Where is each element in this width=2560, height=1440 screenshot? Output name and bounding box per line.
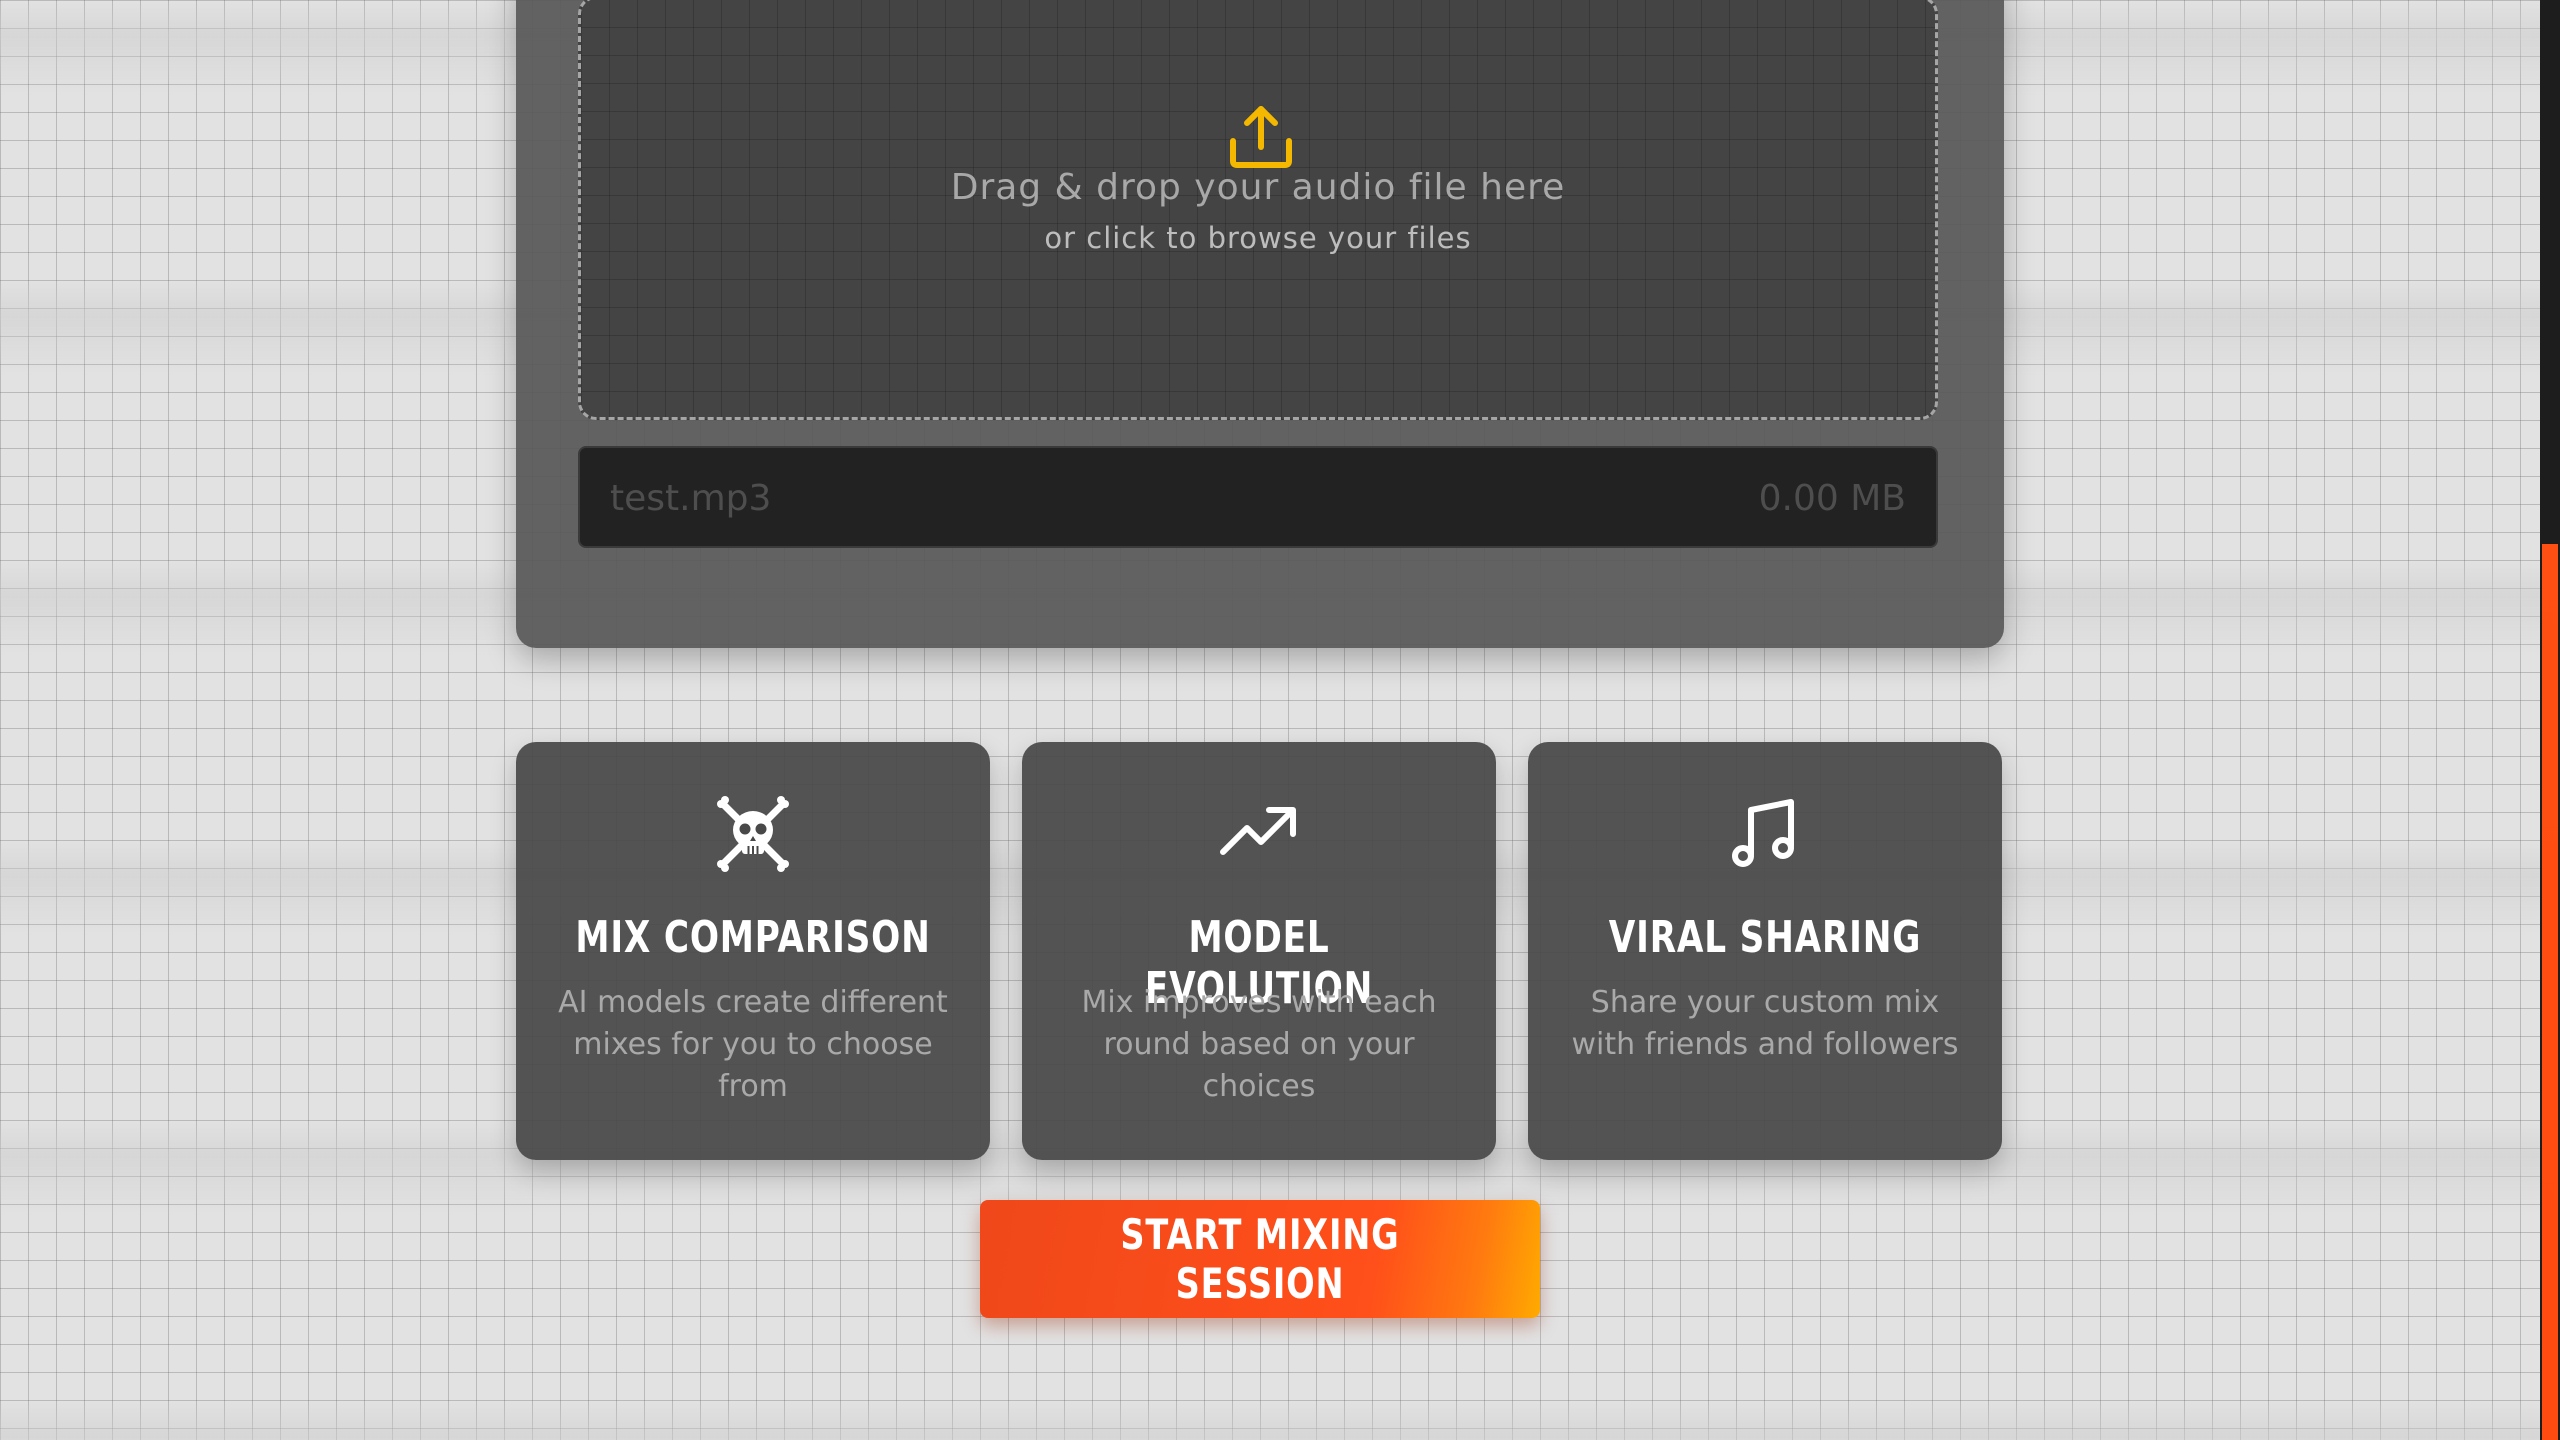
page-scrollbar[interactable] bbox=[2540, 0, 2560, 1440]
start-mixing-session-label: START MIXING SESSION bbox=[1120, 1210, 1400, 1308]
feature-description: Mix improves with each round based on yo… bbox=[1081, 985, 1437, 1104]
feature-title: VIRAL SHARING bbox=[1608, 912, 1922, 963]
feature-title: MIX COMPARISON bbox=[575, 912, 931, 963]
start-mixing-session-button[interactable]: START MIXING SESSION bbox=[980, 1200, 1540, 1318]
feature-card-viral-sharing: VIRAL SHARING Share your custom mix with… bbox=[1528, 742, 2002, 1160]
upload-panel: Drag & drop your audio file here or clic… bbox=[516, 0, 2004, 648]
music-notes-icon bbox=[1732, 799, 1794, 867]
skull-crossbones-icon bbox=[717, 796, 789, 872]
file-name: test.mp3 bbox=[610, 478, 772, 519]
audio-dropzone[interactable]: Drag & drop your audio file here or clic… bbox=[578, 0, 1938, 420]
feature-card-mix-comparison: MIX COMPARISON AI models create differen… bbox=[516, 742, 990, 1160]
scrollbar-thumb[interactable] bbox=[2542, 544, 2558, 1440]
dropzone-subtitle: or click to browse your files bbox=[1044, 221, 1472, 255]
trending-up-icon bbox=[1220, 807, 1296, 855]
selected-file-bar: test.mp3 0.00 MB bbox=[578, 446, 1938, 548]
feature-description: Share your custom mix with friends and f… bbox=[1571, 985, 1959, 1062]
upload-icon bbox=[1230, 106, 1292, 168]
file-size: 0.00 MB bbox=[1758, 478, 1906, 519]
feature-description: AI models create different mixes for you… bbox=[558, 985, 948, 1104]
dropzone-title: Drag & drop your audio file here bbox=[950, 167, 1566, 208]
feature-card-model-evolution: MODEL EVOLUTION Mix improves with each r… bbox=[1022, 742, 1496, 1160]
